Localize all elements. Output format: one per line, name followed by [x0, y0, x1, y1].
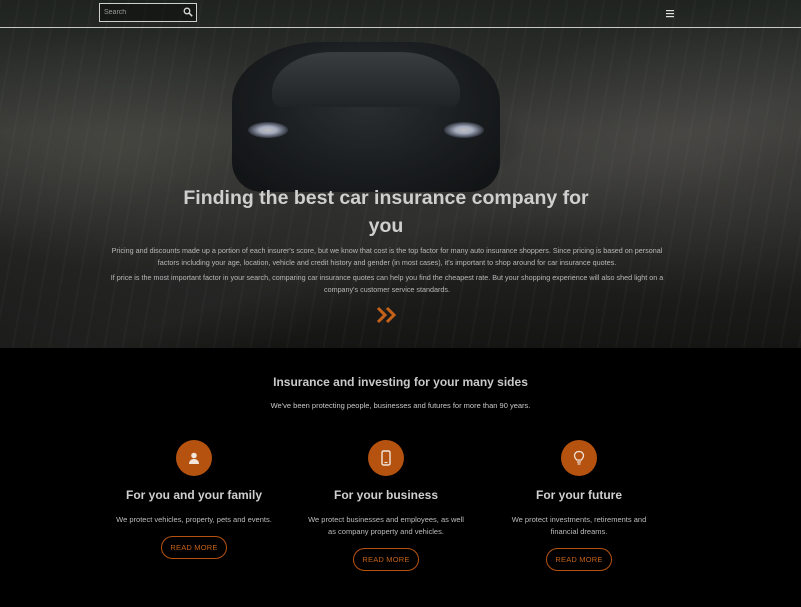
card-icon-circle: [561, 440, 597, 476]
double-chevron-right-icon[interactable]: [375, 305, 399, 325]
search-icon[interactable]: [183, 7, 193, 17]
hero-paragraph-2: If price is the most important factor in…: [110, 273, 664, 294]
card-text: We protect investments, retirements and …: [511, 515, 647, 536]
card-icon-circle: [176, 440, 212, 476]
read-more-button[interactable]: READ MORE: [353, 548, 419, 571]
lightbulb-icon: [573, 450, 585, 465]
mobile-phone-icon: [381, 450, 391, 466]
card-family: For you and your family We protect vehic…: [104, 440, 284, 580]
hamburger-menu-icon[interactable]: [665, 9, 675, 18]
card-business: For your business We protect businesses …: [296, 440, 476, 580]
hero-paragraph-1: Pricing and discounts made up a portion …: [111, 246, 663, 267]
card-title: For you and your family: [125, 488, 263, 502]
section-title: Insurance and investing for your many si…: [273, 375, 528, 389]
hero-section: Finding the best car insurance company f…: [0, 0, 801, 348]
features-section: Insurance and investing for your many si…: [0, 348, 801, 607]
card-title: For your business: [333, 488, 439, 502]
card-icon-circle: [368, 440, 404, 476]
card-title: For your future: [536, 488, 622, 502]
section-subtitle: We've been protecting people, businesses…: [270, 401, 531, 410]
card-text: We protect vehicles, property, pets and …: [116, 515, 272, 524]
card-future: For your future We protect investments, …: [489, 440, 669, 580]
hero-description: Pricing and discounts made up a portion …: [104, 245, 670, 296]
search-input[interactable]: [104, 6, 182, 19]
read-more-button[interactable]: READ MORE: [161, 536, 227, 559]
search-box: [99, 3, 197, 22]
user-icon: [189, 452, 199, 464]
card-text: We protect businesses and employees, as …: [308, 515, 464, 536]
top-nav-bar: [0, 0, 801, 28]
hero-title: Finding the best car insurance company f…: [183, 187, 589, 237]
read-more-button[interactable]: READ MORE: [546, 548, 612, 571]
